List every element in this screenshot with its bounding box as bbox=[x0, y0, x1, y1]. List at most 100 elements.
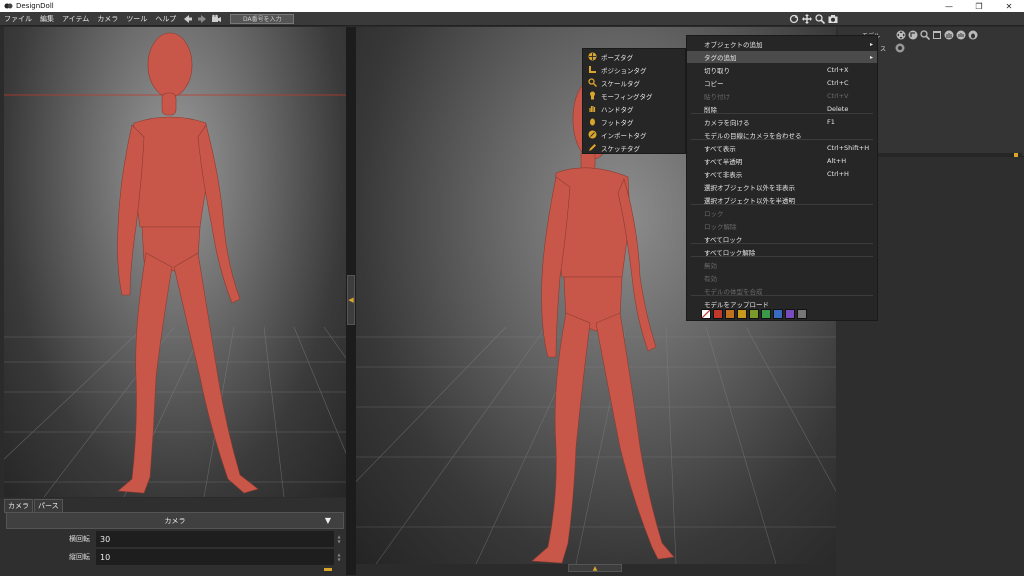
color-swatch[interactable] bbox=[773, 309, 783, 319]
context-menu-item[interactable]: 選択オブジェクト以外を半透明 bbox=[687, 194, 877, 206]
tab-camera[interactable]: カメラ bbox=[4, 499, 33, 513]
context-menu-item[interactable]: 削除 Delete bbox=[687, 103, 877, 115]
color-swatch[interactable] bbox=[725, 309, 735, 319]
color-swatch[interactable] bbox=[713, 309, 723, 319]
tag-submenu-item[interactable]: ポーズタグ bbox=[583, 50, 685, 63]
color-swatch[interactable] bbox=[785, 309, 795, 319]
window-tool-icon[interactable] bbox=[931, 29, 942, 40]
model-toolbar bbox=[895, 29, 978, 40]
horizontal-rotation-input[interactable]: 30 bbox=[96, 531, 334, 547]
context-menu: オブジェクトの追加 ▸ タグの追加 ▸ 切り取り Ctrl+X コピー Ctrl+C 貼り付け C… bbox=[686, 35, 878, 321]
menu-edit[interactable]: 編集 bbox=[36, 14, 58, 24]
tag-submenu-item[interactable]: モーフィングタグ bbox=[583, 89, 685, 102]
hand-tool-icon[interactable] bbox=[943, 29, 954, 40]
forward-arrow-icon[interactable] bbox=[196, 13, 208, 25]
pan-view-icon[interactable] bbox=[801, 13, 812, 24]
menu-camera[interactable]: カメラ bbox=[93, 14, 122, 24]
maximize-button[interactable]: ❐ bbox=[964, 0, 994, 12]
color-swatch[interactable] bbox=[749, 309, 759, 319]
context-menu-item-label: 切り取り bbox=[704, 67, 730, 75]
foot-tag-icon bbox=[587, 117, 597, 127]
context-menu-shortcut: Ctrl+Shift+H bbox=[827, 144, 870, 152]
color-swatch[interactable] bbox=[761, 309, 771, 319]
camera-select-label: カメラ bbox=[164, 516, 186, 525]
context-menu-item[interactable]: 選択オブジェクト以外を非表示 bbox=[687, 181, 877, 193]
morphing-tag-icon bbox=[587, 91, 597, 101]
context-menu-item: 貼り付け Ctrl+V bbox=[687, 90, 877, 102]
context-menu-shortcut: Alt+H bbox=[827, 157, 847, 165]
context-menu-item[interactable]: オブジェクトの追加 ▸ bbox=[687, 38, 877, 50]
tag-submenu-item-label: スケッチタグ bbox=[601, 144, 640, 153]
collapse-panel-handle[interactable]: ◀ bbox=[347, 275, 355, 325]
vertical-rotation-row: 縦回転 10 ▲ ▼ bbox=[6, 549, 344, 565]
back-arrow-icon[interactable] bbox=[182, 13, 194, 25]
dropdown-arrow-icon[interactable]: ▼ bbox=[313, 513, 343, 528]
color-swatch[interactable] bbox=[737, 309, 747, 319]
minimize-button[interactable]: — bbox=[934, 0, 964, 12]
menu-file[interactable]: ファイル bbox=[0, 14, 36, 24]
foot-tool-icon[interactable] bbox=[967, 29, 978, 40]
vertical-rotation-input[interactable]: 10 bbox=[96, 549, 334, 565]
context-menu-item[interactable]: タグの追加 ▸ bbox=[687, 51, 877, 63]
menu-help[interactable]: ヘルプ bbox=[151, 14, 180, 24]
context-menu-item[interactable]: すべてロック解除 bbox=[687, 246, 877, 258]
bottom-panel-handle[interactable]: ▲ bbox=[568, 564, 622, 572]
context-menu-item[interactable]: カメラを向ける F1 bbox=[687, 116, 877, 128]
tag-submenu-item[interactable]: スケッチタグ bbox=[583, 141, 685, 154]
context-menu-shortcut: F1 bbox=[827, 118, 835, 126]
context-menu-item-label: すべて非表示 bbox=[704, 171, 743, 179]
tag-submenu: ポーズタグ ポジションタグ スケールタグ モーフィングタグ ハンドタグ フットタグインポー… bbox=[582, 48, 686, 154]
window-title: DesignDoll bbox=[16, 2, 54, 10]
context-menu-item[interactable]: すべて表示 Ctrl+Shift+H bbox=[687, 142, 877, 154]
tab-perspective[interactable]: パース bbox=[34, 499, 63, 513]
horizontal-rotation-row: 横回転 30 ▲ ▼ bbox=[6, 531, 344, 547]
sketch-tag-icon bbox=[587, 143, 597, 153]
rotate-tool-icon[interactable] bbox=[907, 29, 918, 40]
no-color-swatch[interactable] bbox=[701, 309, 711, 319]
left-viewport[interactable] bbox=[4, 27, 346, 497]
horizontal-rotation-spinner[interactable]: ▲ ▼ bbox=[334, 534, 344, 544]
tag-submenu-item[interactable]: インポートタグ bbox=[583, 128, 685, 141]
tag-submenu-item[interactable]: フットタグ bbox=[583, 115, 685, 128]
tag-submenu-item[interactable]: ポジションタグ bbox=[583, 63, 685, 76]
tag-submenu-item[interactable]: ハンドタグ bbox=[583, 102, 685, 115]
context-menu-item[interactable]: モデルの目線にカメラを合わせる bbox=[687, 129, 877, 141]
close-button[interactable]: ✕ bbox=[994, 0, 1024, 12]
context-menu-item[interactable]: すべて半透明 Alt+H bbox=[687, 155, 877, 167]
scene-tree-second-label[interactable]: ス bbox=[880, 44, 886, 53]
context-menu-item-label: モデルの目線にカメラを合わせる bbox=[704, 132, 802, 140]
color-swatch[interactable] bbox=[797, 309, 807, 319]
context-menu-item[interactable]: すべてロック bbox=[687, 233, 877, 245]
context-menu-item[interactable]: 切り取り Ctrl+X bbox=[687, 64, 877, 76]
zoom-tool-icon[interactable] bbox=[919, 29, 930, 40]
menu-tools[interactable]: ツール bbox=[122, 14, 151, 24]
move-tool-icon[interactable] bbox=[895, 29, 906, 40]
context-menu-item[interactable]: コピー Ctrl+C bbox=[687, 77, 877, 89]
camera-record-icon[interactable] bbox=[210, 13, 222, 25]
context-menu-item-label: オブジェクトの追加 bbox=[704, 41, 763, 49]
menu-bar: ファイル 編集 アイテム カメラ ツール ヘルプ DA番号を入力 bbox=[0, 12, 1024, 26]
tag-submenu-item[interactable]: スケールタグ bbox=[583, 76, 685, 89]
zoom-view-icon[interactable] bbox=[814, 13, 825, 24]
screenshot-camera-icon[interactable] bbox=[827, 13, 838, 24]
pose-tag-icon bbox=[587, 52, 597, 62]
tag-submenu-item-label: ポーズタグ bbox=[601, 53, 634, 62]
camera-panel-resize-grip[interactable] bbox=[324, 568, 332, 571]
context-menu-item: ロック bbox=[687, 207, 877, 219]
camera-select-dropdown[interactable]: カメラ ▼ bbox=[6, 512, 344, 529]
panel-scroll-knob[interactable] bbox=[1014, 153, 1018, 157]
hand-tag-icon bbox=[587, 104, 597, 114]
rotate-view-icon[interactable] bbox=[788, 13, 799, 24]
context-menu-item-label: モデルをアップロード bbox=[704, 301, 769, 309]
import-tag-icon bbox=[587, 130, 597, 140]
context-menu-item-label: 削除 bbox=[704, 106, 717, 114]
horizontal-rotation-label: 横回転 bbox=[69, 535, 90, 543]
context-menu-shortcut: Ctrl+X bbox=[827, 66, 849, 74]
context-menu-item[interactable]: すべて非表示 Ctrl+H bbox=[687, 168, 877, 180]
tag-submenu-item-label: インポートタグ bbox=[601, 131, 647, 140]
vertical-rotation-spinner[interactable]: ▲ ▼ bbox=[334, 552, 344, 562]
grab-tool-icon[interactable] bbox=[955, 29, 966, 40]
da-number-input[interactable]: DA番号を入力 bbox=[230, 13, 295, 24]
menu-item[interactable]: アイテム bbox=[58, 14, 93, 24]
model-sub-icon[interactable] bbox=[895, 43, 905, 53]
